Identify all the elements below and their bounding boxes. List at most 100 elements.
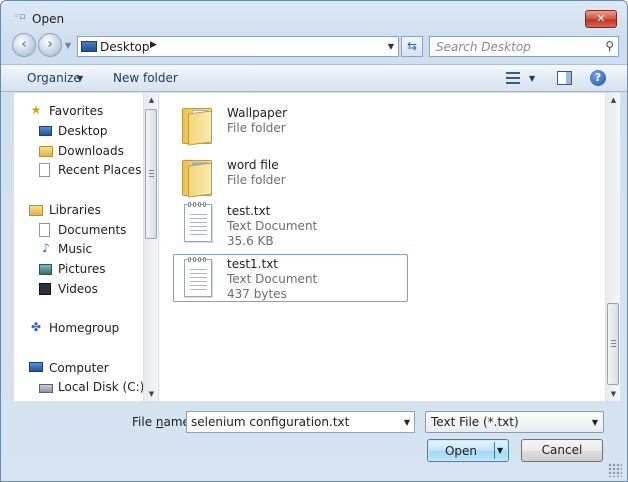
refresh-icon: ⇆ [406, 39, 418, 53]
window-title: Open [32, 12, 65, 26]
address-history-dropdown[interactable]: ▼ [388, 42, 394, 51]
sidebar-item-label: Documents [58, 223, 127, 237]
scrollbar-thumb[interactable] [607, 303, 619, 385]
thumb-grip [149, 170, 154, 177]
sidebar-item-label: Downloads [58, 144, 124, 158]
computer-icon [29, 362, 43, 372]
sidebar-item-label: Desktop [58, 124, 108, 138]
address-crumb-desktop[interactable]: Desktop [100, 40, 150, 54]
scroll-down-arrow-icon[interactable]: ▼ [606, 387, 621, 401]
sidebar-item-local-disk[interactable]: Local Disk (C:) [14, 378, 143, 396]
cancel-button[interactable]: Cancel [521, 439, 603, 462]
favorites-star-icon: ★ [30, 103, 42, 117]
chevron-down-icon[interactable]: ▼ [404, 418, 410, 427]
sidebar-item-label: Computer [49, 361, 109, 375]
local-disk-icon [39, 384, 53, 393]
music-icon: ♪ [42, 241, 50, 255]
text-document-icon [184, 202, 212, 242]
folder-icon [182, 104, 212, 146]
change-view-icon[interactable] [506, 72, 520, 84]
split-divider [494, 442, 495, 459]
thumb-grip [611, 340, 616, 347]
file-item-test1-txt[interactable]: test1.txt Text Document 437 bytes [173, 254, 408, 302]
sidebar-item-label: Libraries [49, 203, 101, 217]
open-button[interactable]: Open ▼ [427, 439, 509, 462]
sidebar-item-videos[interactable]: Videos [14, 280, 143, 298]
sidebar-item-label: Music [58, 242, 93, 256]
file-item-test-txt[interactable]: test.txt Text Document 35.6 KB [173, 199, 408, 248]
folder-icon [182, 156, 212, 198]
file-type: Text Document [227, 219, 318, 233]
downloads-folder-icon [39, 146, 53, 157]
sidebar-item-recent-places[interactable]: Recent Places [14, 161, 143, 179]
file-name: test1.txt [227, 257, 279, 271]
help-icon[interactable]: ? [590, 70, 606, 86]
homegroup-icon: ✤ [30, 320, 42, 334]
sidebar-item-pictures[interactable]: Pictures [14, 260, 143, 278]
refresh-button[interactable]: ⇆ [401, 36, 423, 57]
new-folder-button[interactable]: New folder [113, 71, 178, 85]
search-input[interactable] [430, 37, 598, 56]
open-dialog-icon: ◦▫ [14, 12, 26, 22]
file-name-field[interactable] [187, 412, 392, 432]
file-list-scrollbar[interactable]: ▲ ▼ [605, 93, 620, 401]
sidebar-item-desktop[interactable]: Desktop [14, 122, 143, 140]
sidebar-item-documents[interactable]: Documents [14, 221, 143, 239]
search-box[interactable]: ⚲ [429, 36, 619, 57]
sidebar-item-label: Favorites [49, 104, 104, 118]
navigation-bar: ‹ › ▼ Desktop ▶ ▼ ⇆ ⚲ [1, 31, 627, 63]
sidebar-item-computer[interactable]: Computer [14, 359, 143, 377]
videos-icon [39, 283, 51, 295]
libraries-icon [29, 205, 43, 216]
file-type-select[interactable]: Text File (*.txt) ▼ [425, 411, 604, 433]
file-type-value: Text File (*.txt) [431, 415, 519, 429]
navigation-pane: ★ Favorites Desktop Downloads Recent Pla… [14, 93, 143, 401]
file-type: File folder [227, 121, 286, 135]
recent-places-icon [39, 163, 50, 177]
file-item-wallpaper[interactable]: Wallpaper File folder [173, 99, 408, 147]
scroll-up-arrow-icon[interactable]: ▲ [606, 93, 621, 107]
forward-button[interactable]: › [38, 33, 62, 57]
chevron-down-icon[interactable]: ▼ [592, 418, 598, 427]
sidebar-item-favorites[interactable]: ★ Favorites [14, 102, 143, 120]
sidebar-item-downloads[interactable]: Downloads [14, 142, 143, 160]
title-bar[interactable]: ◦▫ Open ✕ [1, 1, 627, 31]
open-file-dialog: ◦▫ Open ✕ ‹ › ▼ Desktop ▶ ▼ ⇆ ⚲ Organize… [0, 0, 628, 482]
resize-grip[interactable] [608, 463, 622, 477]
file-type: File folder [227, 173, 286, 187]
search-icon[interactable]: ⚲ [605, 39, 614, 53]
file-name-label: File name: [132, 415, 194, 429]
sidebar-item-label: Local Disk (C:) [58, 380, 143, 394]
file-item-word-file[interactable]: word file File folder [173, 151, 408, 199]
preview-pane-icon[interactable] [557, 71, 572, 85]
organize-dropdown-icon[interactable]: ▼ [77, 74, 83, 83]
sidebar-item-libraries[interactable]: Libraries [14, 201, 143, 219]
command-bar: Organize ▼ New folder ▼ ? [1, 64, 627, 92]
file-name-combobox[interactable]: ▼ [186, 411, 415, 433]
back-button[interactable]: ‹ [12, 33, 36, 57]
sidebar-item-music[interactable]: ♪ Music [14, 240, 143, 258]
open-button-label: Open [444, 444, 478, 458]
address-bar[interactable]: Desktop ▶ ▼ [77, 36, 399, 57]
forward-arrow-icon: › [47, 37, 53, 52]
sidebar-item-label: Homegroup [49, 321, 120, 335]
sidebar-item-homegroup[interactable]: ✤ Homegroup [14, 319, 143, 337]
back-arrow-icon: ‹ [21, 37, 27, 52]
desktop-icon [39, 126, 52, 136]
organize-button[interactable]: Organize [27, 71, 81, 85]
sidebar-item-label: Recent Places [58, 163, 142, 177]
close-button[interactable]: ✕ [585, 10, 617, 28]
open-options-chevron-icon[interactable]: ▼ [497, 446, 503, 455]
views-dropdown-icon[interactable]: ▼ [529, 74, 535, 83]
breadcrumb-chevron-icon[interactable]: ▶ [150, 40, 157, 50]
file-name: word file [227, 158, 279, 172]
pictures-icon [39, 264, 52, 275]
scroll-up-arrow-icon[interactable]: ▲ [144, 93, 159, 107]
documents-icon [39, 223, 50, 237]
recent-locations-dropdown[interactable]: ▼ [65, 41, 71, 50]
navigation-pane-scrollbar[interactable]: ▲ ▼ [143, 93, 158, 401]
desktop-icon [81, 41, 97, 52]
scrollbar-thumb[interactable] [145, 109, 157, 239]
file-name: test.txt [227, 204, 271, 218]
scroll-down-arrow-icon[interactable]: ▼ [144, 387, 159, 401]
